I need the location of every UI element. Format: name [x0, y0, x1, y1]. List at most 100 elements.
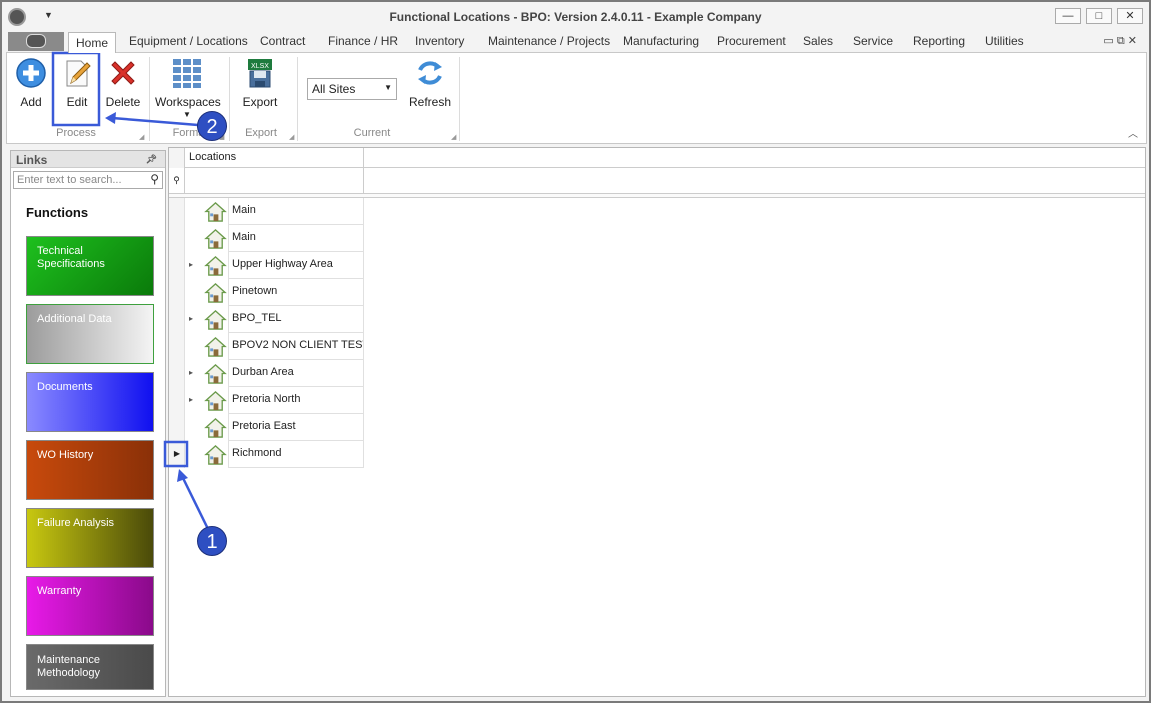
- site-select-value: All Sites: [312, 82, 356, 96]
- delete-button[interactable]: Delete: [103, 57, 143, 109]
- app-logo-icon: [26, 34, 46, 48]
- function-maintenance-methodology[interactable]: Maintenance Methodology: [26, 644, 154, 690]
- function-label: Technical Specifications: [37, 245, 105, 270]
- locations-grid: Locations ⚲ Main Main ▸ Upper Highway Ar…: [168, 147, 1146, 697]
- column-header-locations[interactable]: Locations: [185, 148, 364, 168]
- delete-label: Delete: [105, 95, 141, 109]
- export-label: Export: [242, 95, 278, 109]
- chevron-down-icon: ▼: [384, 83, 392, 92]
- function-wo-history[interactable]: WO History: [26, 440, 154, 500]
- minimize-button[interactable]: —: [1055, 8, 1081, 24]
- functions-heading: Functions: [26, 205, 89, 220]
- title-bar: ▼ Functional Locations - BPO: Version 2.…: [2, 2, 1149, 32]
- current-group-launcher-icon[interactable]: ◢: [451, 133, 456, 141]
- location-name: Durban Area: [228, 360, 364, 387]
- edit-button[interactable]: Edit: [57, 57, 97, 109]
- pin-icon[interactable]: 📌︎: [146, 154, 157, 165]
- add-button[interactable]: Add: [13, 57, 49, 109]
- maximize-button[interactable]: □: [1086, 8, 1112, 24]
- delete-x-icon: [111, 61, 135, 85]
- links-title: Links: [16, 153, 48, 167]
- links-search-placeholder: Enter text to search...: [17, 174, 122, 186]
- tab-service[interactable]: Service: [853, 34, 893, 52]
- row-indicator-cell: [169, 387, 185, 414]
- location-name: Richmond: [228, 441, 364, 468]
- links-panel: Links 📌︎ Enter text to search... ⚲ Funct…: [10, 150, 166, 697]
- expand-row-icon[interactable]: ▸: [189, 395, 193, 404]
- function-label: Warranty: [37, 585, 82, 597]
- expand-row-icon[interactable]: ▸: [189, 314, 193, 323]
- export-group-launcher-icon[interactable]: ◢: [289, 133, 294, 141]
- group-separator: [297, 57, 298, 141]
- tab-utilities[interactable]: Utilities: [985, 34, 1024, 52]
- search-icon[interactable]: ⚲: [150, 172, 159, 186]
- header-indicator-cell: [169, 148, 185, 168]
- edit-label: Edit: [66, 95, 88, 109]
- house-icon: [204, 228, 227, 249]
- tab-inventory[interactable]: Inventory: [415, 34, 464, 52]
- tab-finance-hr[interactable]: Finance / HR: [328, 34, 398, 52]
- table-row[interactable]: ▸ Upper Highway Area: [169, 252, 364, 279]
- tab-procurement[interactable]: Procurement: [717, 34, 786, 52]
- function-label: Documents: [37, 381, 93, 393]
- house-icon: [204, 336, 227, 357]
- function-warranty[interactable]: Warranty: [26, 576, 154, 636]
- expand-row-icon[interactable]: ▸: [189, 368, 193, 377]
- tab-equipment-locations[interactable]: Equipment / Locations: [129, 34, 248, 52]
- tab-maintenance-projects[interactable]: Maintenance / Projects: [488, 34, 610, 52]
- ribbon-tab-bar: Home Equipment / Locations Contract Fina…: [2, 32, 1149, 53]
- refresh-label: Refresh: [408, 95, 452, 109]
- house-icon: [204, 282, 227, 303]
- row-indicator-cell[interactable]: ▶: [169, 441, 185, 468]
- table-row[interactable]: ▸ BPO_TEL: [169, 306, 364, 333]
- function-technical-specifications[interactable]: Technical Specifications: [26, 236, 154, 296]
- tab-home[interactable]: Home: [68, 32, 116, 53]
- collapse-ribbon-icon[interactable]: ︿: [1128, 125, 1138, 140]
- function-label: Failure Analysis: [37, 517, 115, 529]
- refresh-button[interactable]: Refresh: [407, 57, 453, 109]
- tab-sales[interactable]: Sales: [803, 34, 833, 52]
- tab-reporting[interactable]: Reporting: [913, 34, 965, 52]
- links-search-input[interactable]: Enter text to search... ⚲: [13, 171, 163, 189]
- application-window: ▼ Functional Locations - BPO: Version 2.…: [0, 0, 1151, 703]
- location-name: BPOV2 NON CLIENT TEST: [228, 333, 364, 360]
- table-row[interactable]: BPOV2 NON CLIENT TEST: [169, 333, 364, 360]
- expand-row-icon[interactable]: ▸: [189, 260, 193, 269]
- table-row[interactable]: Main: [169, 198, 364, 225]
- close-button[interactable]: ✕: [1117, 8, 1143, 24]
- table-row[interactable]: Main: [169, 225, 364, 252]
- filter-key-icon: ⚲: [169, 168, 185, 194]
- table-row[interactable]: ▸ Durban Area: [169, 360, 364, 387]
- function-additional-data[interactable]: Additional Data: [26, 304, 154, 364]
- process-group-launcher-icon[interactable]: ◢: [139, 133, 144, 141]
- function-label: Additional Data: [37, 313, 112, 325]
- function-documents[interactable]: Documents: [26, 372, 154, 432]
- location-name: Upper Highway Area: [228, 252, 364, 279]
- house-icon: [204, 309, 227, 330]
- table-row[interactable]: Pretoria East: [169, 414, 364, 441]
- tab-manufacturing[interactable]: Manufacturing: [623, 34, 699, 52]
- file-menu-button[interactable]: [8, 32, 64, 51]
- add-label: Add: [20, 95, 42, 109]
- house-icon: [204, 201, 227, 222]
- location-name: Main: [228, 198, 364, 225]
- ribbon-panel: Add Edit Delete Process ◢ Workspaces ▼ F…: [6, 52, 1147, 144]
- workspaces-button[interactable]: Workspaces ▼: [155, 57, 221, 119]
- site-select-dropdown[interactable]: All Sites ▼: [307, 78, 397, 100]
- table-row[interactable]: Pinetown: [169, 279, 364, 306]
- tab-contract[interactable]: Contract: [260, 34, 305, 52]
- house-icon: [204, 363, 227, 384]
- function-failure-analysis[interactable]: Failure Analysis: [26, 508, 154, 568]
- mdi-window-buttons[interactable]: ▭ ⧉ ✕: [1103, 34, 1137, 48]
- table-row[interactable]: ▶ Richmond: [169, 441, 364, 468]
- row-indicator-cell: [169, 225, 185, 252]
- table-row[interactable]: ▸ Pretoria North: [169, 387, 364, 414]
- callout-badge-1: 1: [197, 526, 227, 556]
- links-panel-header: Links 📌︎: [11, 151, 165, 168]
- export-button[interactable]: XLSX Export: [237, 57, 283, 109]
- location-name: Pinetown: [228, 279, 364, 306]
- add-icon: [16, 58, 46, 88]
- locations-filter-input[interactable]: [185, 168, 364, 194]
- house-icon: [204, 255, 227, 276]
- house-icon: [204, 390, 227, 411]
